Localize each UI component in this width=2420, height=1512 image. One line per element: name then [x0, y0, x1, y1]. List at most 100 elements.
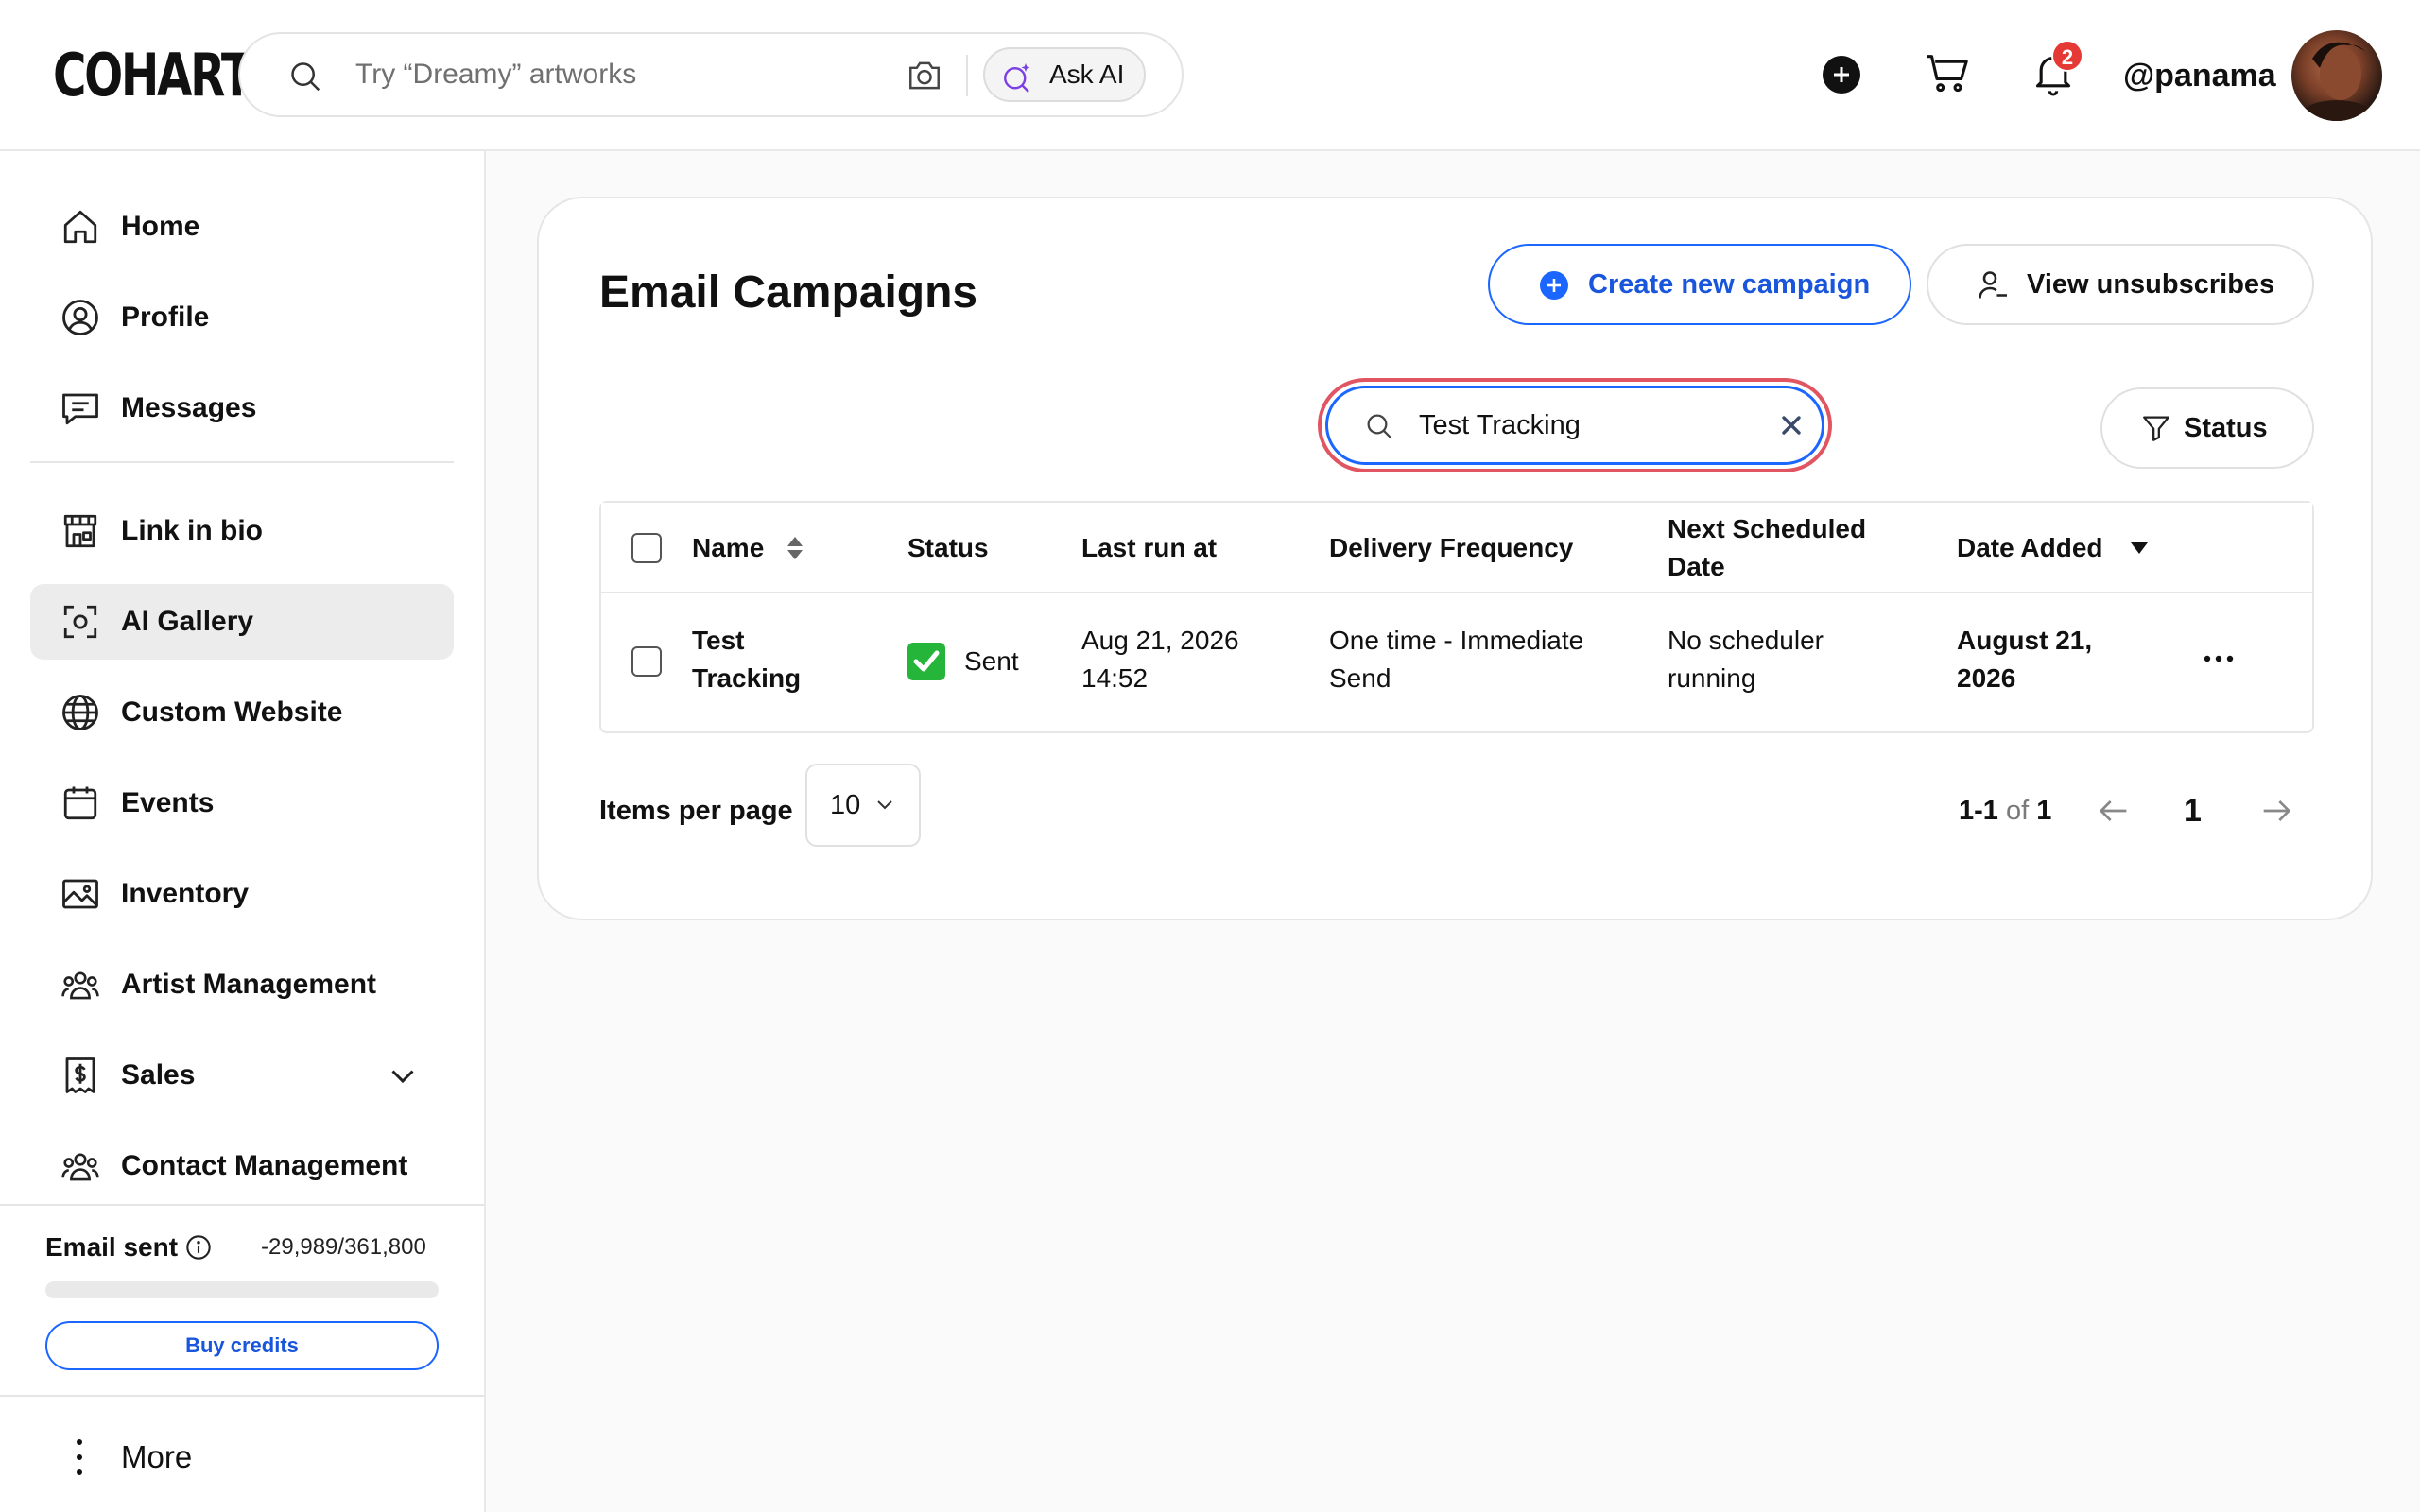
sort-icon[interactable] [785, 535, 805, 561]
profile-icon [60, 298, 100, 337]
cart-icon[interactable] [1925, 53, 1970, 94]
sidebar-divider [0, 1395, 484, 1397]
sidebar-item-label: Contact Management [121, 1150, 408, 1181]
row-delivery-frequency: One time - Immediate Send [1329, 622, 1583, 697]
username[interactable]: @panama [2123, 0, 2276, 151]
sidebar-item-contact-management[interactable]: Contact Management [30, 1128, 454, 1204]
sidebar-item-label: Sales [121, 1059, 196, 1091]
sidebar-item-events[interactable]: Events [30, 765, 454, 841]
sidebar-item-label: AI Gallery [121, 606, 254, 637]
sidebar-item-sales[interactable]: Sales [30, 1038, 454, 1113]
arrow-right-icon[interactable] [2257, 792, 2295, 830]
column-status: Status [908, 533, 989, 562]
status-filter-label: Status [2184, 413, 2268, 443]
sidebar-item-custom-website[interactable]: Custom Website [30, 675, 454, 750]
ask-ai-label: Ask AI [1049, 60, 1125, 89]
scan-icon [60, 602, 100, 642]
ai-sparkle-icon [1000, 60, 1034, 94]
sidebar-item-artist-management[interactable]: Artist Management [30, 947, 454, 1022]
range-start: 1-1 [1959, 796, 1998, 826]
storefront-icon [60, 511, 100, 551]
current-page[interactable]: 1 [2184, 782, 2202, 839]
row-next-scheduled: No scheduler running [1668, 622, 1824, 697]
sidebar-item-label: Profile [121, 301, 210, 333]
view-unsubscribes-button[interactable]: View unsubscribes [1927, 244, 2314, 325]
search-icon [1364, 411, 1394, 441]
sidebar-item-ai-gallery[interactable]: AI Gallery [30, 584, 454, 660]
sidebar-item-label: Events [121, 787, 215, 818]
sidebar-item-link-in-bio[interactable]: Link in bio [30, 493, 454, 569]
row-next-line2: running [1668, 663, 1756, 693]
row-checkbox[interactable] [631, 646, 662, 677]
cohart-logo[interactable]: COHART [53, 40, 252, 112]
email-sent-label: Email sent [45, 1232, 179, 1262]
campaigns-table: Name Status Last run at Delivery Frequen… [599, 501, 2314, 733]
create-new-campaign-label: Create new campaign [1588, 269, 1871, 300]
page-title: Email Campaigns [599, 267, 978, 318]
sidebar-item-profile[interactable]: Profile [30, 280, 454, 355]
people-icon [60, 965, 100, 1005]
view-unsubscribes-label: View unsubscribes [2027, 269, 2275, 300]
email-sent-value: -29,989/361,800 [261, 1234, 426, 1260]
info-icon[interactable] [185, 1234, 212, 1261]
chevron-down-icon[interactable] [386, 1058, 420, 1092]
user-avatar[interactable] [2291, 30, 2382, 121]
row-frequency-line2: Send [1329, 663, 1392, 693]
clear-search-icon[interactable] [1780, 414, 1803, 437]
messages-icon [60, 388, 100, 428]
range-of: of [2005, 796, 2030, 826]
status-filter-button[interactable]: Status [2100, 387, 2314, 469]
row-name[interactable]: Test Tracking [692, 622, 801, 697]
check-mark-icon [908, 643, 945, 680]
campaign-search-value[interactable]: Test Tracking [1419, 388, 1581, 462]
arrow-left-icon[interactable] [2095, 792, 2133, 830]
create-plus-button[interactable] [1823, 56, 1860, 94]
table-row[interactable]: Test Tracking Sent Aug 21, 2026 14:52 On… [601, 593, 2312, 731]
pagination-range: 1-1 of 1 [1959, 782, 2051, 839]
home-icon [60, 207, 100, 247]
email-credits-progress [45, 1281, 439, 1298]
more-horizontal-icon[interactable] [2203, 654, 2235, 663]
column-last-run: Last run at [1081, 533, 1218, 562]
campaign-search-input[interactable]: Test Tracking [1325, 386, 1824, 465]
row-last-run-line2: 14:52 [1081, 663, 1149, 693]
sidebar-divider [0, 1204, 484, 1206]
row-date-added-line2: 2026 [1957, 663, 2016, 693]
people-icon [60, 1146, 100, 1186]
column-next-scheduled-line2: Date [1668, 552, 1725, 581]
sidebar-divider [30, 461, 454, 463]
row-name-line2: Tracking [692, 663, 802, 693]
row-date-added: August 21, 2026 [1957, 622, 2092, 697]
sidebar: Home Profile Messages Link in bio AI Gal… [0, 151, 486, 1512]
more-vertical-icon [74, 1436, 85, 1478]
more-label: More [121, 1439, 193, 1474]
image-icon [60, 874, 100, 914]
column-next-scheduled: Next Scheduled Date [1668, 510, 1866, 586]
ask-ai-button[interactable]: Ask AI [983, 47, 1146, 102]
top-header: COHART Try “Dreamy” artworks Ask AI 2 @p… [0, 0, 2420, 151]
sidebar-item-label: Link in bio [121, 515, 263, 546]
sidebar-item-inventory[interactable]: Inventory [30, 856, 454, 932]
sidebar-item-label: Artist Management [121, 969, 377, 1000]
search-placeholder[interactable]: Try “Dreamy” artworks [355, 34, 636, 115]
create-new-campaign-button[interactable]: Create new campaign [1488, 244, 1911, 325]
select-all-checkbox[interactable] [631, 533, 662, 563]
sidebar-item-messages[interactable]: Messages [30, 370, 454, 446]
column-name[interactable]: Name [692, 503, 764, 593]
column-date-added[interactable]: Date Added [1957, 503, 2103, 593]
range-total: 1 [2036, 796, 2052, 826]
column-next-scheduled-line1: Next Scheduled [1668, 514, 1867, 543]
row-frequency-line1: One time - Immediate [1329, 626, 1584, 655]
items-per-page-label: Items per page [599, 796, 793, 826]
global-search-bar[interactable]: Try “Dreamy” artworks Ask AI [238, 32, 1184, 117]
search-divider [966, 55, 968, 96]
user-minus-icon [1976, 268, 2010, 302]
camera-icon[interactable] [906, 59, 943, 93]
buy-credits-button[interactable]: Buy credits [45, 1321, 439, 1370]
calendar-icon [60, 783, 100, 823]
items-per-page-select[interactable]: 10 [805, 764, 921, 847]
sidebar-item-home[interactable]: Home [30, 189, 454, 265]
more-button[interactable]: More [45, 1423, 329, 1489]
row-next-line1: No scheduler [1668, 626, 1824, 655]
caret-down-icon[interactable] [2129, 541, 2150, 556]
